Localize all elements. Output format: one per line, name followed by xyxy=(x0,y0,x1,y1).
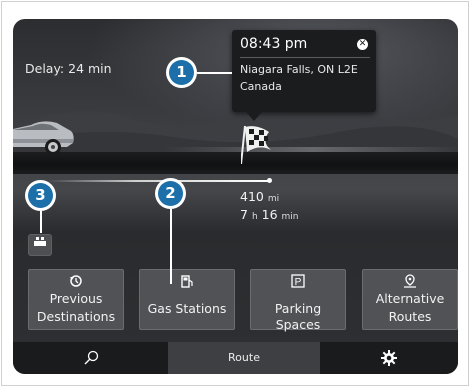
remaining-time: 7 h 16 min xyxy=(240,207,299,222)
callout-3-number: 3 xyxy=(28,183,53,208)
parking-spaces-button[interactable]: P Parking Spaces xyxy=(250,269,346,332)
gas-stations-button[interactable]: Gas Stations xyxy=(139,269,235,330)
delay-label: Delay: 24 min xyxy=(25,61,112,76)
callout-1-number: 1 xyxy=(169,60,194,85)
callout-2-number: 2 xyxy=(158,181,183,206)
hours-unit: h xyxy=(251,212,258,222)
alternative-routes-button[interactable]: Alternative Routes xyxy=(362,269,458,330)
lane-guidance-icon xyxy=(34,237,46,246)
svg-text:P: P xyxy=(295,277,302,288)
destination-popup[interactable]: 08:43 pm ✕ Niagara Falls, ON L2E Canada xyxy=(232,30,376,121)
minutes-unit: min xyxy=(281,212,299,222)
checkered-flag-icon xyxy=(241,125,271,164)
remaining-distance: 410 mi xyxy=(240,189,279,204)
popup-divider xyxy=(240,57,370,58)
destination-country: Canada xyxy=(240,80,282,93)
arrival-time: 08:43 pm xyxy=(240,36,308,52)
navigation-screen: Delay: 24 min 08:43 pm ✕ Niagara Falls, … xyxy=(13,19,458,374)
history-icon xyxy=(70,275,82,287)
route-progress-line xyxy=(47,180,269,182)
callout-3: 3 xyxy=(25,180,56,211)
destination-address: Niagara Falls, ON L2E xyxy=(240,63,358,76)
gear-icon[interactable] xyxy=(381,350,397,366)
button-label-line2: Routes xyxy=(388,309,432,324)
lane-guidance-button[interactable] xyxy=(28,234,52,256)
route-progress-marker xyxy=(267,178,272,183)
distance-unit: mi xyxy=(267,194,280,204)
hours-value: 7 xyxy=(240,207,248,222)
callout-1: 1 xyxy=(166,57,197,88)
alternative-route-icon xyxy=(404,274,416,288)
distance-value: 410 xyxy=(240,189,264,204)
fuel-pump-icon xyxy=(181,275,193,288)
minutes-value: 16 xyxy=(261,207,278,222)
previous-destinations-button[interactable]: Previous Destinations xyxy=(28,269,124,330)
callout-2: 2 xyxy=(155,178,186,209)
road-strip xyxy=(13,152,458,174)
button-label-line1: Previous xyxy=(49,291,103,306)
callout-1-leader xyxy=(197,72,232,74)
button-label-line2: Destinations xyxy=(36,309,116,324)
button-label: Parking Spaces xyxy=(274,301,322,332)
button-label: Gas Stations xyxy=(147,301,227,316)
search-icon[interactable] xyxy=(83,350,99,366)
parking-icon: P xyxy=(291,274,305,288)
callout-2-leader xyxy=(170,209,172,284)
car-icon xyxy=(13,121,74,155)
figure-frame: Delay: 24 min 08:43 pm ✕ Niagara Falls, … xyxy=(1,1,469,386)
callout-3-leader xyxy=(40,211,42,233)
close-icon[interactable]: ✕ xyxy=(357,39,368,50)
bottom-tab-bar: Route xyxy=(13,342,458,374)
button-label-line1: Alternative xyxy=(375,291,445,306)
tab-route[interactable]: Route xyxy=(168,342,320,374)
